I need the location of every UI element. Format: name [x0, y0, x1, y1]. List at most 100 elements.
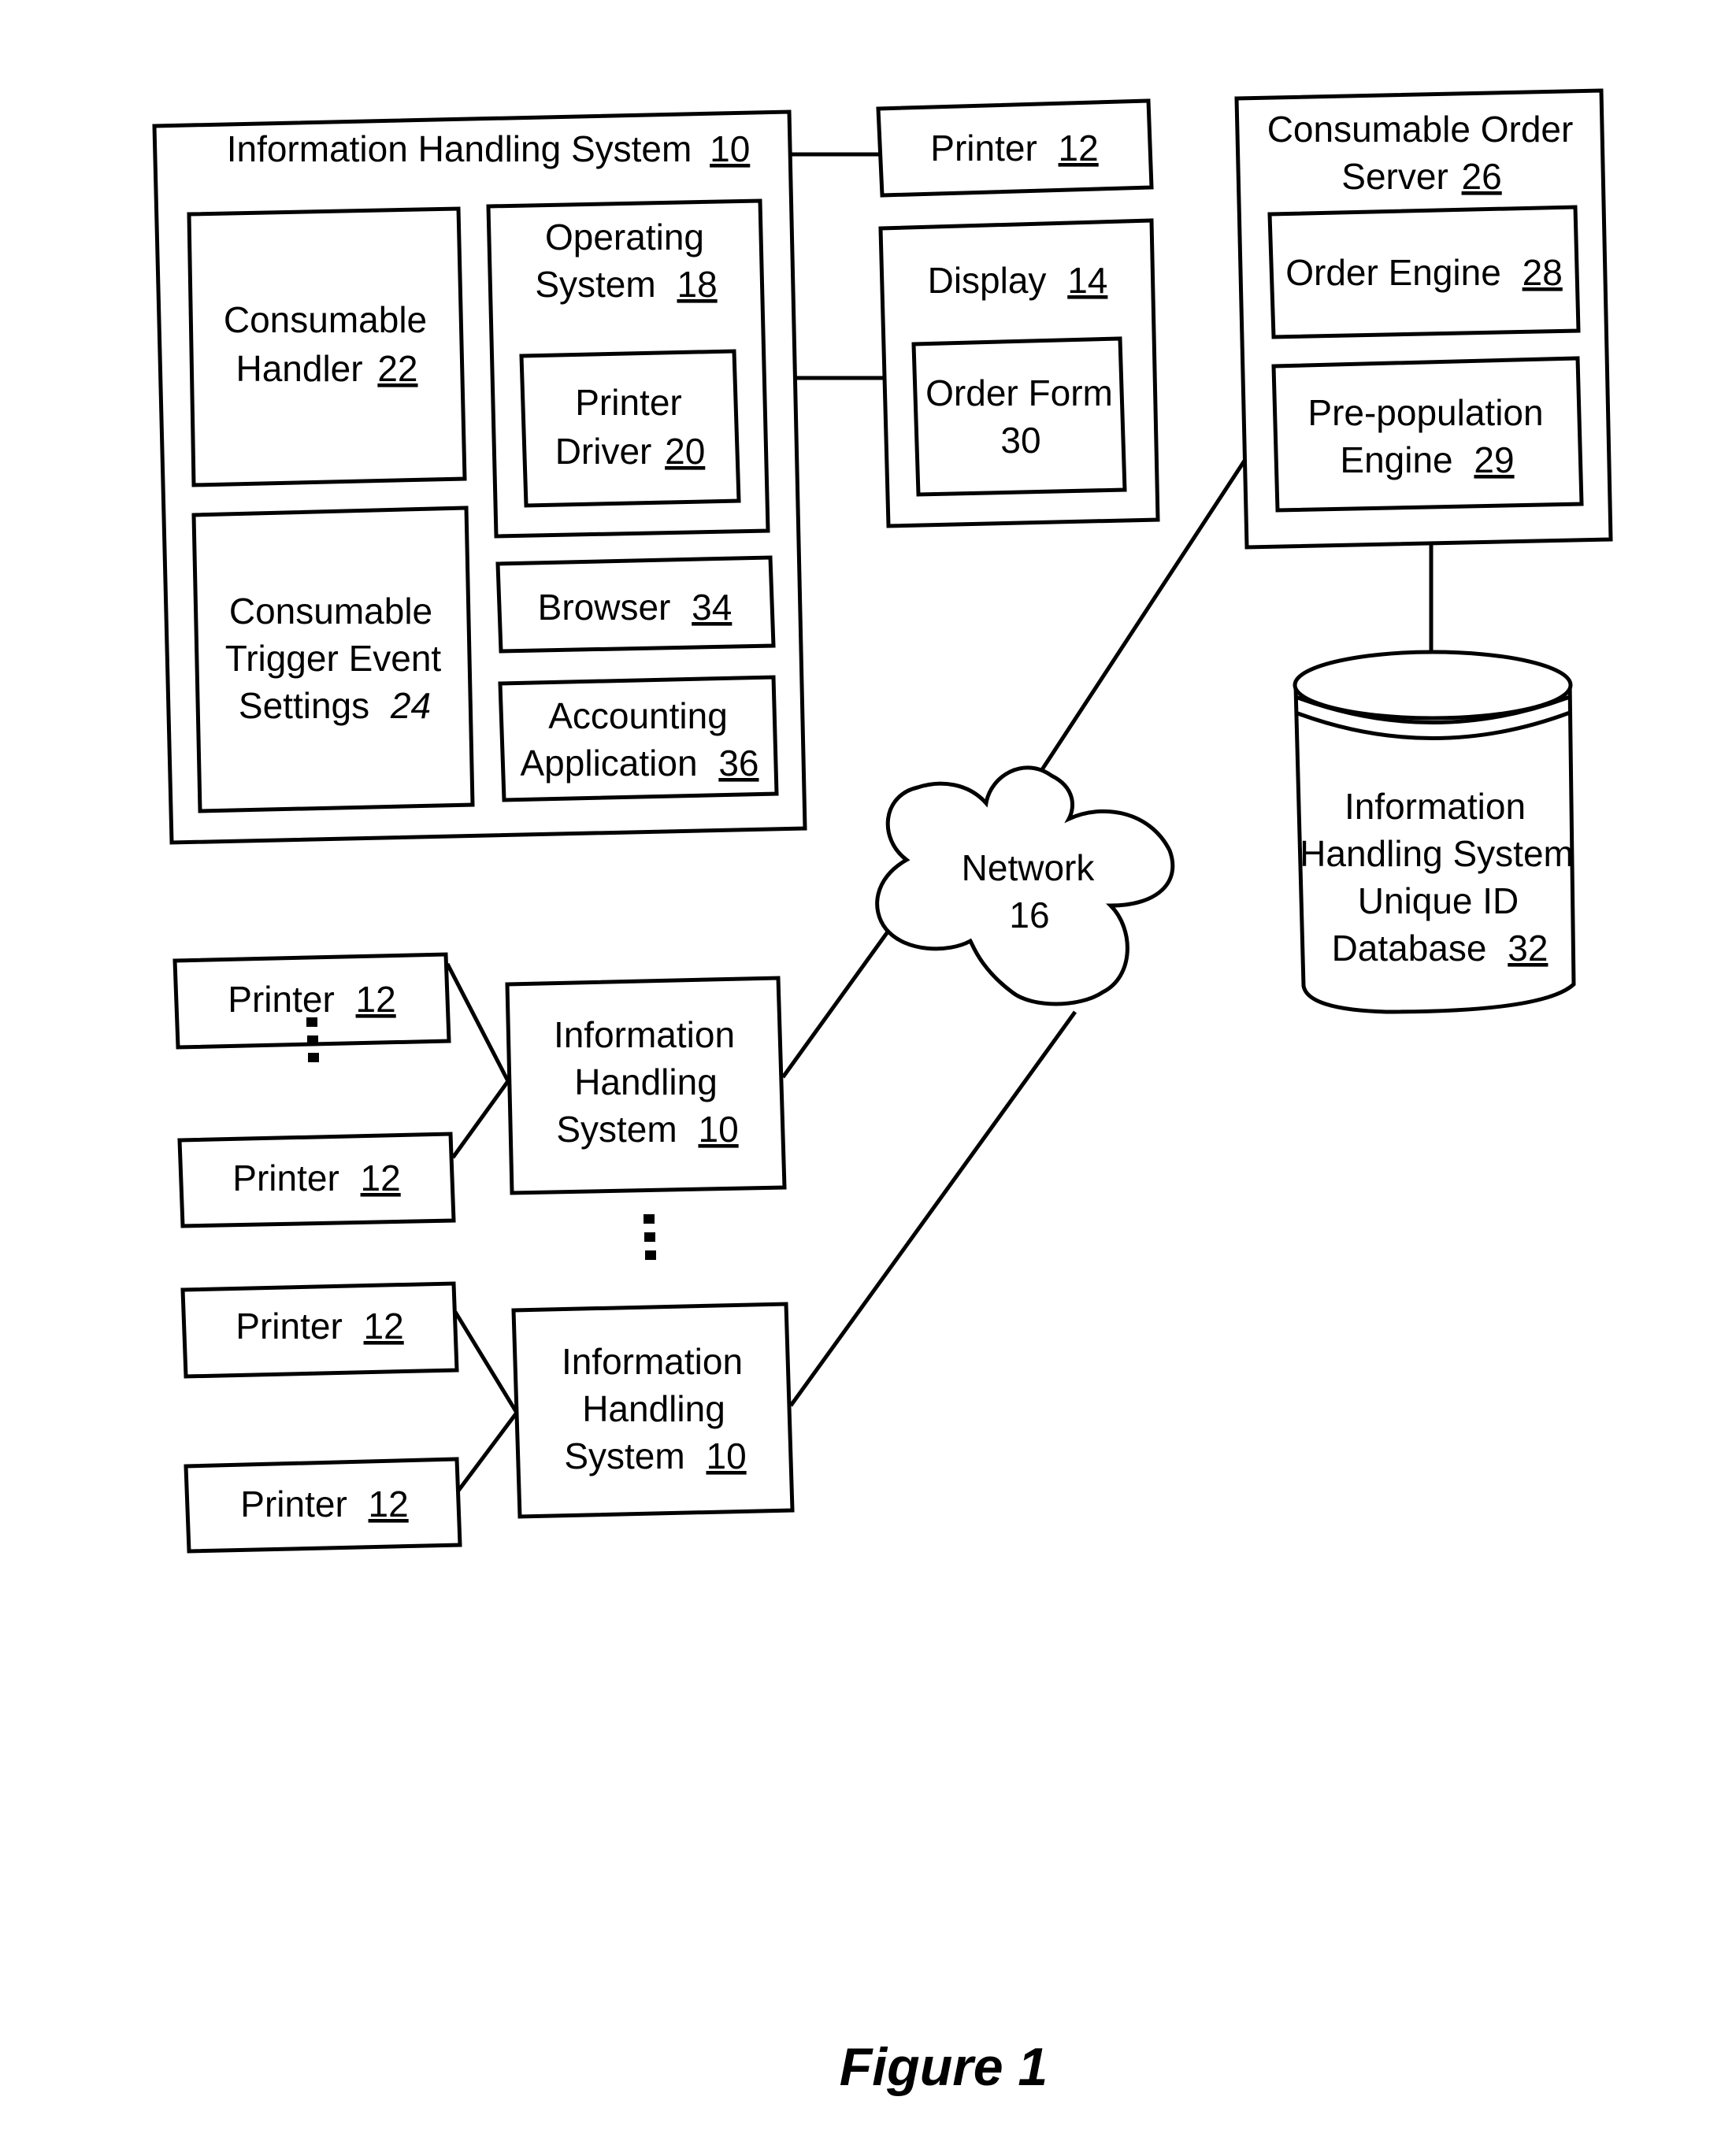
svg-text:Printer 12: Printer 12: [236, 1306, 403, 1347]
svg-text:Display 14: Display 14: [928, 260, 1108, 301]
network-cloud: Network 16: [875, 765, 1175, 1006]
prepopulation-engine-box: Pre-population Engine 29: [1271, 356, 1584, 513]
main-ihs-title-text: Information Handling System: [227, 128, 692, 169]
client-ihs-label-3: System: [556, 1109, 677, 1150]
svg-text:Printer 12: Printer 12: [240, 1484, 408, 1524]
client-ihs-num: 10: [698, 1109, 738, 1150]
display-box: Display 14 Order Form 30: [878, 218, 1160, 528]
order-server-label-2: Server: [1341, 156, 1448, 197]
connector-printer-a1-ihs-a: [445, 962, 510, 1083]
printer-driver-label-1: Printer: [575, 382, 681, 423]
main-ihs-title-num: 10: [710, 128, 750, 169]
printer-box: Printer 12: [184, 1457, 462, 1554]
database-label-1: Information: [1345, 786, 1526, 827]
network-num: 16: [1009, 895, 1049, 935]
svg-text:Server 26: Server 26: [1341, 156, 1501, 197]
unique-id-database: Information Handling System Unique ID Da…: [1293, 650, 1576, 1014]
svg-text:Handler 22: Handler 22: [236, 348, 417, 389]
operating-system-num: 18: [677, 264, 717, 305]
connector-printer-b2-ihs-b: [456, 1411, 519, 1492]
client-ihs-box: Information Handling System 10: [511, 1302, 795, 1519]
trigger-event-settings-box: Consumable Trigger Event Settings 24: [191, 506, 475, 813]
svg-text:System 10: System 10: [556, 1109, 738, 1150]
trigger-settings-num: 24: [390, 685, 431, 726]
order-engine-label: Order Engine: [1285, 252, 1501, 293]
client-group-a: Printer 12 Printer 12 Information Handli…: [172, 952, 787, 1228]
order-engine-box: Order Engine 28: [1267, 205, 1581, 339]
connector-printer-a2-ihs-a: [451, 1080, 510, 1159]
display-label: Display: [928, 260, 1047, 301]
database-label-2: Handling System: [1300, 833, 1574, 874]
printer-driver-label-2: Driver: [555, 431, 652, 472]
consumable-handler-label-1: Consumable: [224, 299, 427, 340]
svg-text:Application 36: Application 36: [521, 743, 759, 783]
database-num: 32: [1508, 928, 1548, 969]
printer-label: Printer: [236, 1306, 342, 1347]
ellipsis-vertical-icon: [644, 1214, 656, 1260]
printer-num: 12: [361, 1158, 401, 1198]
system-diagram: Information Handling System 10 Consumabl…: [152, 88, 1613, 2097]
order-engine-num: 28: [1523, 252, 1563, 293]
client-ihs-label-2: Handling: [574, 1061, 718, 1102]
connector-printer-b1-ihs-b: [453, 1310, 519, 1414]
client-ihs-label-1: Information: [562, 1341, 743, 1382]
main-information-handling-system: Information Handling System 10 Consumabl…: [152, 109, 807, 845]
consumable-handler-num: 22: [377, 348, 417, 389]
svg-text:System 10: System 10: [564, 1435, 746, 1476]
order-form-box: Order Form 30: [911, 336, 1127, 497]
operating-system-label-2: System: [535, 264, 655, 305]
printer-num: 12: [364, 1306, 404, 1347]
database-label-4: Database: [1332, 928, 1487, 969]
operating-system-box: Operating System 18 Printer Driver 20: [486, 198, 770, 539]
client-ihs-label-1: Information: [554, 1014, 735, 1055]
printer-num: 12: [356, 979, 396, 1020]
trigger-settings-label-2: Trigger Event: [225, 638, 442, 679]
order-server-num: 26: [1462, 156, 1502, 197]
connector-network-ihs-a: [781, 929, 891, 1079]
printer-label: Printer: [228, 979, 334, 1020]
svg-text:Driver 20: Driver 20: [555, 431, 706, 472]
printer-box: Printer 12: [180, 1281, 459, 1379]
svg-text:Database 32: Database 32: [1332, 928, 1549, 969]
browser-box: Browser 34: [495, 555, 776, 654]
printer-box: Printer 12: [177, 1132, 456, 1228]
prepop-engine-num: 29: [1474, 439, 1514, 480]
client-ihs-label-2: Handling: [582, 1388, 725, 1429]
printer-top-num: 12: [1059, 128, 1099, 169]
consumable-order-server-box: Consumable Order Server 26 Order Engine …: [1234, 88, 1613, 550]
printer-label: Printer: [232, 1158, 339, 1198]
svg-text:Printer 12: Printer 12: [228, 979, 395, 1020]
svg-text:Engine 29: Engine 29: [1340, 439, 1514, 480]
order-server-label-1: Consumable Order: [1267, 109, 1574, 150]
printer-label: Printer: [240, 1484, 347, 1524]
printer-driver-num: 20: [665, 431, 705, 472]
accounting-label-2: Application: [521, 743, 698, 783]
accounting-num: 36: [718, 743, 759, 783]
svg-text:Settings 24: Settings 24: [239, 685, 431, 726]
browser-num: 34: [692, 587, 732, 628]
browser-label: Browser: [538, 587, 671, 628]
trigger-settings-label-3: Settings: [239, 685, 369, 726]
client-ihs-num: 10: [706, 1435, 746, 1476]
printer-top-label: Printer: [930, 128, 1037, 169]
order-form-label: Order Form: [925, 372, 1113, 413]
main-ihs-title: Information Handling System 10: [227, 128, 751, 169]
prepop-engine-label-2: Engine: [1340, 439, 1452, 480]
printer-box: Printer 12: [172, 952, 451, 1050]
client-group-b: Printer 12 Printer 12 Information Handli…: [180, 1281, 795, 1554]
operating-system-label-1: Operating: [545, 217, 704, 257]
client-ihs-label-3: System: [564, 1435, 684, 1476]
printer-top-box: Printer 12: [876, 98, 1154, 198]
printer-num: 12: [369, 1484, 409, 1524]
consumable-handler-box: Consumable Handler 22: [187, 206, 467, 487]
accounting-application-box: Accounting Application 36: [498, 675, 779, 802]
connector-network-ihs-b: [788, 1010, 1077, 1407]
prepop-engine-label-1: Pre-population: [1307, 392, 1543, 433]
svg-text:System 18: System 18: [535, 264, 717, 305]
consumable-handler-label-2: Handler: [236, 348, 362, 389]
trigger-settings-label-1: Consumable: [229, 591, 432, 632]
network-label: Network: [962, 847, 1096, 888]
svg-text:Printer 12: Printer 12: [930, 128, 1098, 169]
svg-text:Browser 34: Browser 34: [538, 587, 733, 628]
order-form-num: 30: [1000, 420, 1040, 461]
